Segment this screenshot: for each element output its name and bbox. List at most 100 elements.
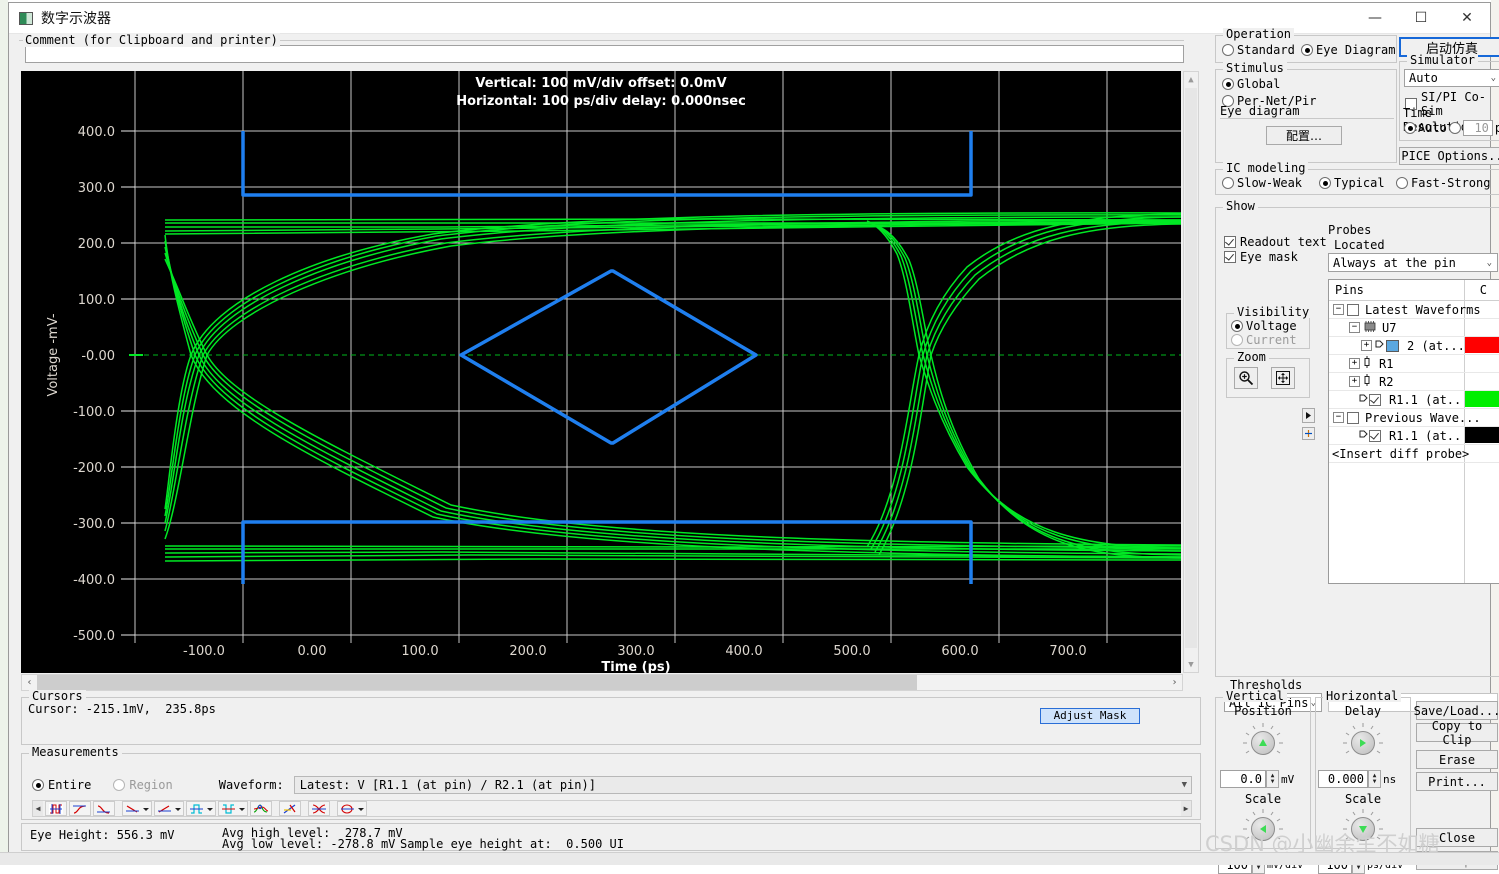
toolbar-overflow[interactable]: ▶ bbox=[1181, 801, 1191, 816]
period-icon[interactable] bbox=[218, 801, 248, 816]
tree-row-pin-2[interactable]: + 2 (at... bbox=[1329, 337, 1499, 355]
ic-fast-strong-radio[interactable]: Fast-Strong bbox=[1396, 176, 1490, 190]
probe-collapse-button[interactable] bbox=[1302, 408, 1315, 423]
horizontal-delay-label: Delay bbox=[1344, 704, 1382, 718]
eye-height-icon[interactable] bbox=[45, 801, 67, 816]
checkbox-previous-waveforms[interactable] bbox=[1347, 411, 1359, 424]
radio-dot-standard bbox=[1222, 44, 1234, 56]
stimulus-global-radio[interactable]: Global bbox=[1222, 77, 1280, 91]
erase-button[interactable]: Erase bbox=[1416, 750, 1498, 769]
eye-width-icon[interactable] bbox=[337, 801, 367, 816]
comment-input[interactable] bbox=[25, 45, 1184, 63]
scope-entire-radio[interactable]: Entire bbox=[32, 778, 91, 792]
radio-dot-auto-resolution[interactable] bbox=[1404, 122, 1416, 134]
save-load-button[interactable]: Save/Load... bbox=[1414, 701, 1499, 720]
eye-mask-checkbox[interactable]: Eye mask bbox=[1224, 250, 1298, 264]
probe-add-button[interactable] bbox=[1302, 427, 1315, 440]
eye-icon[interactable] bbox=[308, 801, 330, 816]
vertical-position-input[interactable]: 0.0 bbox=[1220, 770, 1266, 788]
slope-up-icon[interactable] bbox=[154, 801, 184, 816]
slope-down-icon[interactable] bbox=[122, 801, 152, 816]
pin-color-swatch[interactable] bbox=[1386, 339, 1399, 352]
desktop-left-strip bbox=[0, 0, 8, 865]
horizontal-scroll-thumb[interactable] bbox=[37, 675, 917, 690]
tree-label: R2 bbox=[1379, 374, 1394, 389]
plot-horizontal-scrollbar[interactable]: ‹ › bbox=[21, 674, 1183, 691]
horizontal-delay-stepper[interactable]: ▲ ▼ bbox=[1368, 770, 1381, 788]
eye-diagram-config-button[interactable]: 配置… bbox=[1266, 126, 1342, 145]
tree-row-r1[interactable]: + R1 bbox=[1329, 355, 1499, 373]
plot-vertical-scrollbar[interactable]: ▲ ▼ bbox=[1183, 71, 1199, 673]
trace-color-swatch-red[interactable] bbox=[1464, 337, 1499, 353]
trace-color-swatch-black[interactable] bbox=[1464, 427, 1499, 443]
expander-minus-icon[interactable]: − bbox=[1349, 322, 1360, 333]
cursors-label: Cursors bbox=[29, 690, 86, 702]
eye-diagram-plot[interactable]: 400.0 300.0 200.0 100.0 -0.00 -100.0 -20… bbox=[21, 71, 1181, 673]
tree-row-insert-diff-probe[interactable]: <Insert diff probe> bbox=[1329, 445, 1499, 463]
tree-row-previous-waveforms[interactable]: − Previous Wave... bbox=[1329, 409, 1499, 427]
operation-standard-radio[interactable]: Standard bbox=[1222, 43, 1295, 57]
readout-text-checkbox[interactable]: Readout text bbox=[1224, 235, 1327, 249]
tree-label: R1 bbox=[1379, 356, 1394, 371]
expander-minus-icon[interactable]: − bbox=[1333, 304, 1344, 315]
trace-color-swatch-green[interactable] bbox=[1464, 391, 1499, 407]
checkbox-r11-latest[interactable] bbox=[1369, 393, 1381, 406]
scroll-left-icon[interactable]: ‹ bbox=[22, 677, 37, 688]
fall-time-icon[interactable] bbox=[93, 801, 115, 816]
horizontal-delay-knob[interactable] bbox=[1340, 720, 1386, 766]
radio-dot-manual-resolution[interactable] bbox=[1448, 122, 1461, 134]
overshoot-icon[interactable] bbox=[250, 801, 272, 816]
ic-typical-radio[interactable]: Typical bbox=[1319, 176, 1385, 190]
crosstalk-icon[interactable] bbox=[279, 801, 301, 816]
vertical-position-stepper[interactable]: ▲ ▼ bbox=[1266, 770, 1279, 788]
knob-right-arrow-icon bbox=[1360, 739, 1366, 747]
toolbar-grip[interactable]: ◀ bbox=[33, 801, 43, 816]
probes-located-combo[interactable]: Always at the pin ⌄ bbox=[1328, 253, 1498, 272]
zoom-in-icon[interactable] bbox=[1234, 367, 1258, 389]
tree-row-u7[interactable]: − U7 bbox=[1329, 319, 1499, 337]
tree-row-r11-previous[interactable]: R1.1 (at... bbox=[1329, 427, 1499, 445]
checkbox-latest-waveforms[interactable] bbox=[1347, 303, 1359, 316]
vertical-label: Vertical bbox=[1223, 690, 1287, 702]
tree-row-r11-latest[interactable]: R1.1 (at... bbox=[1329, 391, 1499, 409]
checkbox-r11-previous[interactable] bbox=[1369, 429, 1381, 442]
svg-text:-100.0: -100.0 bbox=[183, 644, 225, 659]
ic-slow-weak-radio[interactable]: Slow-Weak bbox=[1222, 176, 1302, 190]
tree-row-latest-waveforms[interactable]: − Latest Waveforms bbox=[1329, 301, 1499, 319]
pins-tree[interactable]: Pins C − Latest Waveforms − U7 + 2 (at..… bbox=[1328, 279, 1499, 584]
scroll-down-icon[interactable]: ▼ bbox=[1184, 657, 1198, 672]
visibility-current-label: Current bbox=[1246, 333, 1297, 347]
spice-options-button[interactable]: PICE Options.. bbox=[1399, 147, 1499, 165]
radio-dot-typical bbox=[1319, 177, 1331, 189]
expander-plus-icon[interactable]: + bbox=[1349, 376, 1360, 387]
waveform-combo[interactable]: Latest: V [R1.1 (at pin) / R2.1 (at pin)… bbox=[293, 776, 1192, 794]
window-title: 数字示波器 bbox=[41, 11, 111, 27]
expander-minus-icon[interactable]: − bbox=[1333, 412, 1344, 423]
pulse-width-icon[interactable] bbox=[186, 801, 216, 816]
adjust-mask-button[interactable]: Adjust Mask bbox=[1040, 708, 1140, 724]
copy-to-clip-button[interactable]: Copy to Clip bbox=[1416, 719, 1498, 747]
zoom-fit-icon[interactable] bbox=[1271, 367, 1295, 389]
visibility-current-radio[interactable]: Current bbox=[1231, 333, 1297, 347]
simulator-combo[interactable]: Auto ⌄ bbox=[1404, 69, 1499, 87]
expander-plus-icon[interactable]: + bbox=[1361, 340, 1372, 351]
vertical-position-knob[interactable] bbox=[1240, 720, 1286, 766]
radio-dot-entire bbox=[32, 779, 44, 791]
checkbox-box-eyemask bbox=[1224, 251, 1236, 263]
horizontal-label: Horizontal bbox=[1323, 690, 1402, 702]
expander-plus-icon[interactable]: + bbox=[1349, 358, 1360, 369]
result-sample-eye-height: Sample eye height at: 0.500 UI bbox=[400, 837, 624, 851]
horizontal-delay-input[interactable]: 0.000 bbox=[1318, 770, 1368, 788]
scroll-right-icon[interactable]: › bbox=[1167, 677, 1182, 688]
time-resolution-input[interactable]: 10 bbox=[1462, 120, 1493, 136]
eye-diagram-divider bbox=[1220, 118, 1394, 119]
print-button[interactable]: Print... bbox=[1416, 772, 1498, 791]
tree-row-r2[interactable]: + R2 bbox=[1329, 373, 1499, 391]
x-axis-labels: -100.0 0.00 100.0 200.0 300.0 400.0 500.… bbox=[183, 644, 1087, 659]
vertical-scroll-thumb[interactable] bbox=[1185, 88, 1197, 648]
scroll-up-icon[interactable]: ▲ bbox=[1184, 72, 1198, 87]
scope-region-radio[interactable]: Region bbox=[113, 778, 173, 792]
operation-eye-radio[interactable]: Eye Diagram bbox=[1301, 43, 1395, 57]
rise-time-icon[interactable] bbox=[69, 801, 91, 816]
visibility-voltage-radio[interactable]: Voltage bbox=[1231, 319, 1297, 333]
